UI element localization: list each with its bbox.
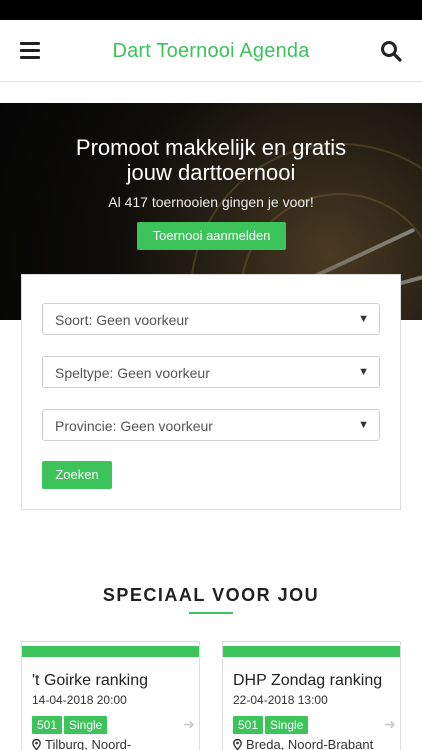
event-location-text: Breda, Noord-Brabant [246,737,374,750]
share-arrow-icon[interactable]: ➜ [384,716,396,733]
top-navbar: Dart Toernooi Agenda [0,20,422,82]
hero-subtitle: Al 417 toernooien gingen je voor! [108,194,314,210]
speltype-select-value: Speltype: Geen voorkeur [55,365,210,381]
event-card[interactable]: 't Goirke ranking 14-04-2018 20:00 501 S… [21,641,200,750]
section-underline [189,612,233,614]
event-tag-game: 501 [233,716,264,734]
filter-card: Soort: Geen voorkeur ▼ Speltype: Geen vo… [21,274,401,510]
map-pin-icon [32,739,41,750]
provincie-select-value: Provincie: Geen voorkeur [55,418,213,434]
hero-title-line2: jouw darttoernooi [126,160,296,185]
event-card[interactable]: DHP Zondag ranking 22-04-2018 13:00 501 … [222,641,401,750]
event-date: 14-04-2018 20:00 [32,693,127,707]
event-title[interactable]: 't Goirke ranking [32,672,148,690]
caret-down-icon: ▼ [358,366,369,378]
provincie-select[interactable]: Provincie: Geen voorkeur ▼ [42,409,380,441]
event-tag-game: 501 [32,716,63,734]
caret-down-icon: ▼ [358,419,369,431]
event-tag-type: Single [265,716,309,734]
event-location: Tilburg, Noord- [32,737,131,750]
event-tag-type: Single [64,716,108,734]
status-bar [0,0,422,20]
app-title[interactable]: Dart Toernooi Agenda [0,40,422,63]
soort-select-value: Soort: Geen voorkeur [55,312,189,328]
event-date: 22-04-2018 13:00 [233,693,328,707]
search-submit-button[interactable]: Zoeken [42,461,112,489]
event-location: Breda, Noord-Brabant [233,737,373,750]
soort-select[interactable]: Soort: Geen voorkeur ▼ [42,303,380,335]
event-title[interactable]: DHP Zondag ranking [233,672,382,690]
speltype-select[interactable]: Speltype: Geen voorkeur ▼ [42,356,380,388]
share-arrow-icon[interactable]: ➜ [183,716,195,733]
event-location-text: Tilburg, Noord- [45,737,132,750]
event-card-accent-bar [223,646,400,657]
search-icon[interactable] [380,40,402,62]
register-tournament-button[interactable]: Toernooi aanmelden [137,222,286,250]
hero-title-line1: Promoot makkelijk en gratis [75,135,347,160]
caret-down-icon: ▼ [358,313,369,325]
map-pin-icon [233,739,242,750]
section-title: SPECIAAL VOOR JOU [102,585,320,605]
hero-title: Promoot makkelijk en gratis jouw darttoe… [0,135,422,185]
event-card-accent-bar [22,646,199,657]
